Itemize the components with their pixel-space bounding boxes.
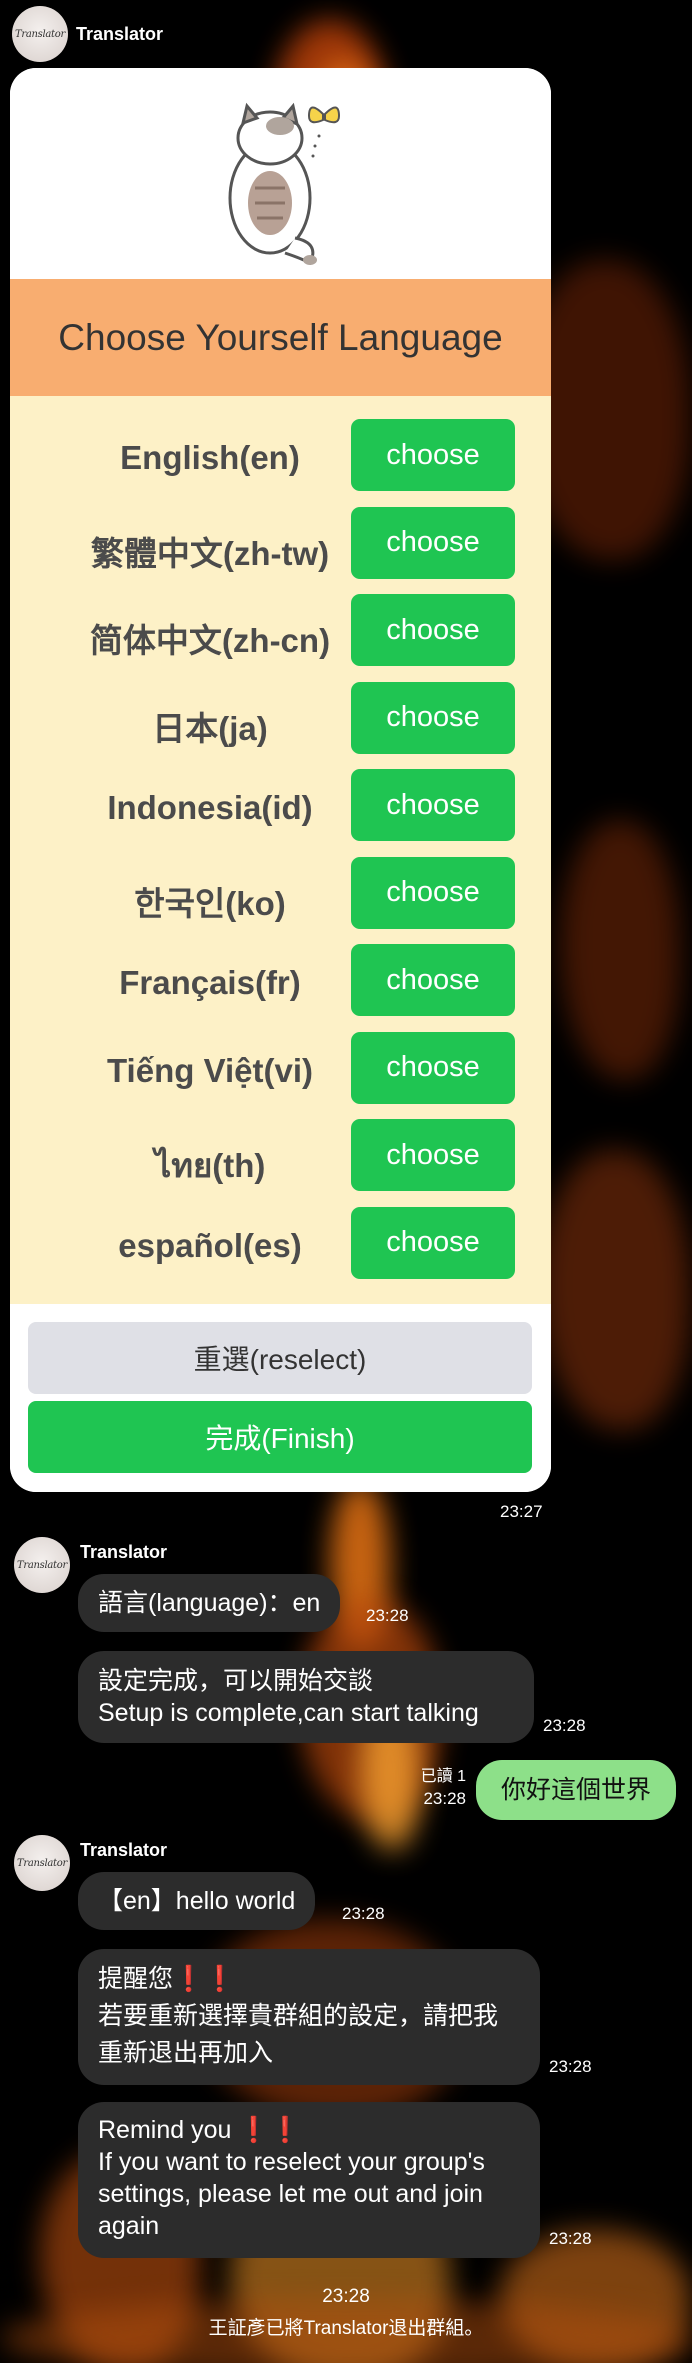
message-text: 設定完成，可以開始交談 [98, 1667, 374, 1695]
message-timestamp: 23:28 [549, 2229, 592, 2248]
read-receipt: 已讀 1 23:28 [420, 1768, 466, 1808]
language-name: ไทย(th) [154, 1147, 266, 1184]
language-name: 日本(ja) [152, 709, 268, 747]
bot-avatar[interactable]: Translator [14, 1835, 70, 1891]
message-text: 重新退出再加入 [98, 2039, 274, 2067]
message-bubble[interactable]: 【en】hello world [78, 1872, 316, 1930]
language-row: English(en) choose [10, 419, 551, 507]
language-row: Tiếng Việt(vi) choose [10, 1031, 551, 1120]
card-footer: 重選(reselect) 完成(Finish) [10, 1304, 551, 1492]
choose-button-zh-cn[interactable]: choose [351, 594, 515, 666]
message-text: 語言(language)：en [98, 1589, 321, 1617]
language-row: ไทย(th) choose [10, 1119, 551, 1207]
message-text: If you want to reselect your group's [98, 2148, 485, 2176]
language-list: English(en) choose 繁體中文(zh-tw) choose 简体中文… [10, 396, 551, 1304]
language-row: Français(fr) choose [10, 944, 551, 1032]
reselect-button[interactable]: 重選(reselect) [28, 1322, 532, 1394]
choose-button-vi[interactable]: choose [351, 1031, 515, 1104]
card-header: Choose Yourself Language [10, 279, 551, 396]
card-timestamp: 23:27 [500, 1502, 543, 1521]
language-name: English(en) [120, 439, 300, 476]
bot-avatar[interactable]: Translator [12, 6, 68, 62]
language-name: español(es) [118, 1226, 302, 1264]
bot-avatar[interactable]: Translator [14, 1537, 70, 1593]
sender-name: Translator [80, 1542, 168, 1562]
message-bubble[interactable]: Remind you ❗❗ If you want to reselect yo… [78, 2102, 540, 2258]
message-text: 你好這個世界 [500, 1776, 651, 1804]
message-text: again [98, 2212, 160, 2240]
message-timestamp: 23:28 [366, 1606, 409, 1625]
choose-button-en[interactable]: choose [351, 419, 515, 491]
system-timestamp: 23:28 [322, 2286, 370, 2307]
message-text: 若要重新選擇貴群組的設定，請把我 [98, 2002, 499, 2030]
choose-button-fr[interactable]: choose [351, 944, 515, 1016]
choose-button-id[interactable]: choose [351, 769, 515, 841]
language-name: Indonesia(id) [107, 789, 313, 826]
system-notice: 王証彥已將Translator退出群組。 [208, 2318, 484, 2339]
language-card: Choose Yourself Language English(en) choo… [10, 68, 551, 1492]
language-row: 繁體中文(zh-tw) choose [10, 506, 551, 595]
message-timestamp: 23:28 [549, 2057, 592, 2076]
choose-button-ko[interactable]: choose [351, 856, 515, 929]
message-timestamp: 23:28 [342, 1904, 385, 1923]
message-text: Remind you ❗❗ [98, 2116, 301, 2144]
language-name: 简体中文(zh-cn) [89, 622, 331, 659]
choose-button-ja[interactable]: choose [351, 681, 515, 754]
finish-button[interactable]: 完成(Finish) [28, 1401, 532, 1473]
message-text: 【en】hello world [98, 1887, 296, 1915]
card-hero [10, 68, 551, 279]
choose-button-zh-tw[interactable]: choose [351, 506, 515, 579]
language-row: Indonesia(id) choose [10, 769, 551, 857]
language-row: 한국인(ko) choose [10, 856, 551, 945]
message-text: Setup is complete,can start talking [98, 1699, 479, 1727]
sender-name: Translator [76, 24, 164, 44]
message-bubble[interactable]: 提醒您❗❗ 若要重新選擇貴群組的設定，請把我 重新退出再加入 [78, 1949, 540, 2085]
sender-name: Translator [80, 1840, 168, 1860]
butterfly-icon [307, 106, 341, 158]
choose-button-th[interactable]: choose [351, 1119, 515, 1191]
message-timestamp: 23:28 [543, 1716, 586, 1735]
message-text: settings, please let me out and join [98, 2180, 483, 2208]
message-bubble[interactable]: 設定完成，可以開始交談 Setup is complete,can start … [78, 1651, 534, 1743]
language-name: 繁體中文(zh-tw) [90, 534, 330, 572]
language-name: 한국인(ko) [134, 884, 286, 922]
choose-button-es[interactable]: choose [351, 1206, 515, 1279]
message-text: 提醒您❗❗ [98, 1965, 236, 1993]
language-name: Français(fr) [119, 964, 301, 1001]
language-row: 日本(ja) choose [10, 681, 551, 770]
language-row: 简体中文(zh-cn) choose [10, 594, 551, 682]
language-row: español(es) choose [10, 1206, 551, 1295]
message-bubble[interactable]: 語言(language)：en [78, 1574, 341, 1632]
language-name: Tiếng Việt(vi) [107, 1051, 313, 1089]
own-message-bubble[interactable]: 你好這個世界 [476, 1760, 676, 1820]
